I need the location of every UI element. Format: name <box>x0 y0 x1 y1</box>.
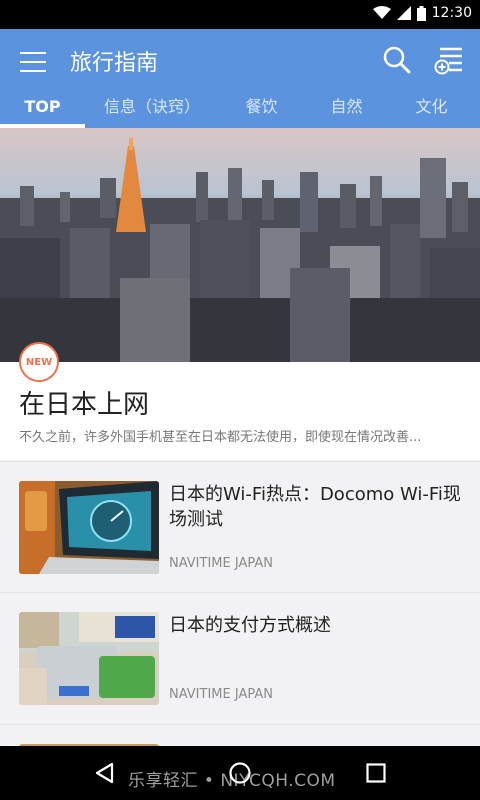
article-row[interactable]: 日本的Wi-Fi热点：Docomo Wi-Fi现场测试 NAVITIME JAP… <box>0 461 480 591</box>
laptop-speedtest-image <box>19 481 159 574</box>
menu-icon[interactable] <box>20 49 46 75</box>
article-title: 日本的支付方式概述 <box>169 615 331 636</box>
featured-hero-image[interactable] <box>0 128 480 362</box>
signal-icon <box>396 6 411 20</box>
home-icon[interactable] <box>228 761 252 785</box>
status-bar: 12:30 <box>0 0 480 29</box>
add-list-icon[interactable] <box>434 45 464 75</box>
article-row-partial[interactable] <box>0 724 480 750</box>
featured-title: 在日本上网 <box>19 390 150 420</box>
app-title: 旅行指南 <box>70 51 159 76</box>
system-nav-bar: 乐享轻汇 • NIYCQH.COM <box>0 746 480 800</box>
featured-summary: 不久之前，许多外国手机甚至在日本都无法使用，即使现在情况改善... <box>19 430 422 445</box>
back-icon[interactable] <box>93 761 117 785</box>
recents-icon[interactable] <box>364 761 388 785</box>
new-badge: NEW <box>19 342 59 382</box>
city-skyline-image <box>0 138 480 362</box>
status-icons: 12:30 <box>372 5 472 21</box>
article-row[interactable]: 日本的支付方式概述 NAVITIME JAPAN <box>0 592 480 722</box>
tab-nature[interactable]: 自然 <box>304 89 389 128</box>
tab-info[interactable]: 信息（诀窍） <box>85 89 219 128</box>
tab-dining[interactable]: 餐饮 <box>219 89 304 128</box>
featured-article-card[interactable]: 在日本上网 不久之前，许多外国手机甚至在日本都无法使用，即使现在情况改善... <box>0 362 480 460</box>
category-tabs: TOP 信息（诀窍） 餐饮 自然 文化 <box>0 89 480 128</box>
article-source: NAVITIME JAPAN <box>169 556 273 571</box>
tab-culture[interactable]: 文化 <box>389 89 474 128</box>
search-icon[interactable] <box>382 45 412 75</box>
app-bar: 旅行指南 TOP 信息（诀窍） 餐饮 自然 文化 <box>0 29 480 128</box>
tab-top[interactable]: TOP <box>0 89 85 128</box>
article-title: 日本的Wi-Fi热点：Docomo Wi-Fi现场测试 <box>169 484 461 530</box>
wifi-icon <box>372 6 391 19</box>
payment-cards-image <box>19 612 159 705</box>
article-source: NAVITIME JAPAN <box>169 687 273 702</box>
battery-icon <box>416 5 426 21</box>
status-time: 12:30 <box>431 5 472 21</box>
